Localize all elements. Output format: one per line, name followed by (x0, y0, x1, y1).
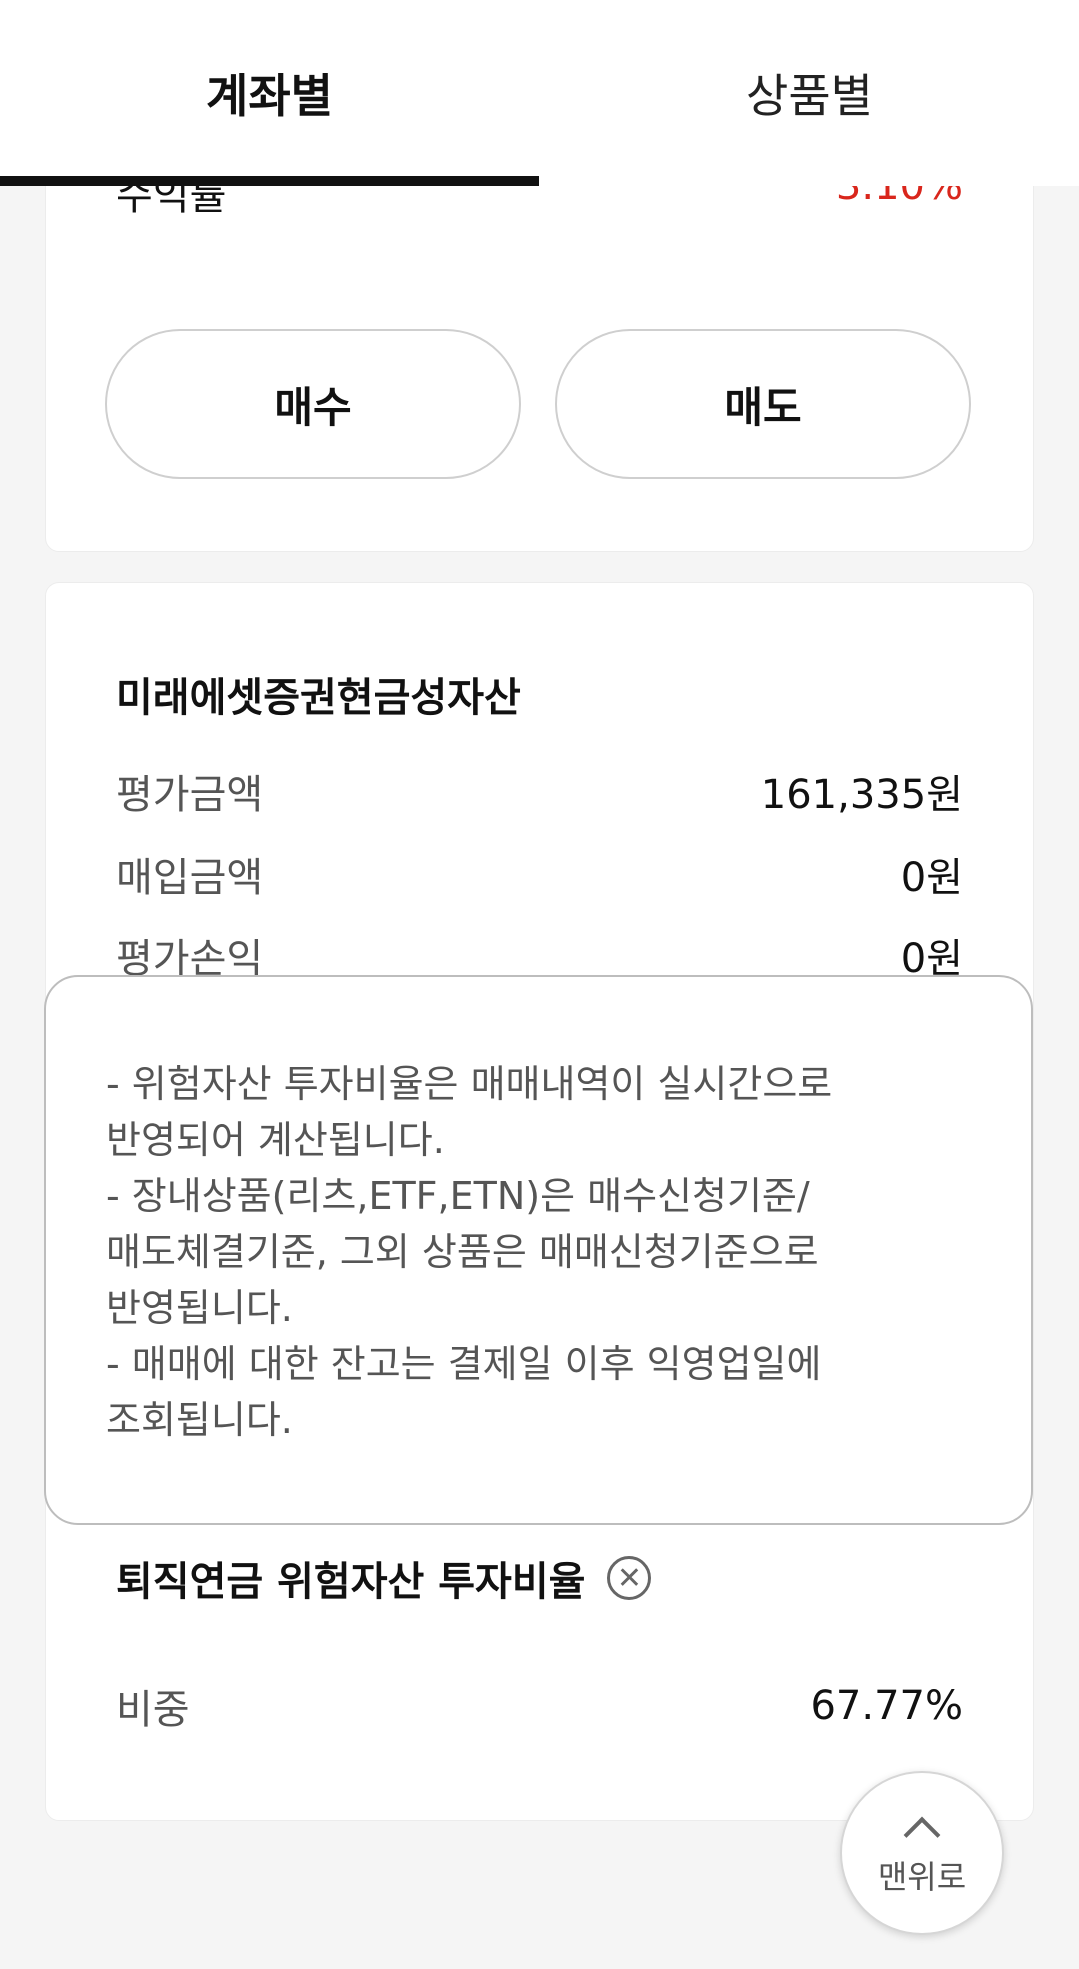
tab-by-account[interactable]: 계좌별 (0, 0, 539, 186)
risk-ratio-title-text: 퇴직연금 위험자산 투자비율 (116, 1559, 586, 1605)
sell-button[interactable]: 매도 (555, 329, 971, 479)
tooltip-line: 매도체결기준, 그외 상품은 매매신청기준으로 (106, 1230, 819, 1274)
tooltip-line: 반영되어 계산됩니다. (106, 1118, 445, 1162)
risk-info-tooltip: - 위험자산 투자비율은 매매내역이 실시간으로 반영되어 계산됩니다. - 장… (44, 975, 1033, 1525)
purchase-amount-label: 매입금액 (116, 855, 264, 901)
asset-title: 미래에셋증권현금성자산 (116, 675, 521, 721)
tooltip-line: 반영됩니다. (106, 1286, 293, 1330)
tab-bar: 계좌별 상품별 (0, 0, 1079, 186)
scroll-to-top-button[interactable]: 맨위로 (840, 1771, 1004, 1935)
purchase-amount-value: 0원 (900, 855, 963, 901)
risk-weight-label: 비중 (116, 1687, 190, 1733)
tooltip-line: - 위험자산 투자비율은 매매내역이 실시간으로 (106, 1062, 833, 1106)
risk-weight-row: 비중 67.77% (116, 1678, 963, 1734)
tooltip-line: 조회됩니다. (106, 1398, 293, 1442)
evaluation-amount-label: 평가금액 (116, 772, 264, 818)
risk-ratio-title: 퇴직연금 위험자산 투자비율 ✕ (116, 1549, 652, 1607)
evaluation-amount-value: 161,335원 (760, 772, 963, 818)
tab-active-indicator (0, 176, 539, 186)
tooltip-line: - 장내상품(리츠,ETF,ETN)은 매수신청기준/ (106, 1174, 810, 1218)
asset-row-purchase: 매입금액 0원 (116, 846, 963, 902)
close-circle-icon[interactable]: ✕ (607, 1556, 652, 1600)
buy-button[interactable]: 매수 (105, 329, 521, 479)
holding-card: 수익률 3.10% 매수 매도 (45, 140, 1034, 552)
tab-by-product[interactable]: 상품별 (540, 0, 1079, 186)
chevron-up-icon (903, 1816, 941, 1854)
asset-row-evaluation: 평가금액 161,335원 (116, 763, 963, 819)
tooltip-line: - 매매에 대한 잔고는 결제일 이후 익영업일에 (106, 1342, 822, 1386)
scroll-to-top-label: 맨위로 (877, 1858, 967, 1896)
risk-weight-value: 67.77% (810, 1683, 963, 1729)
